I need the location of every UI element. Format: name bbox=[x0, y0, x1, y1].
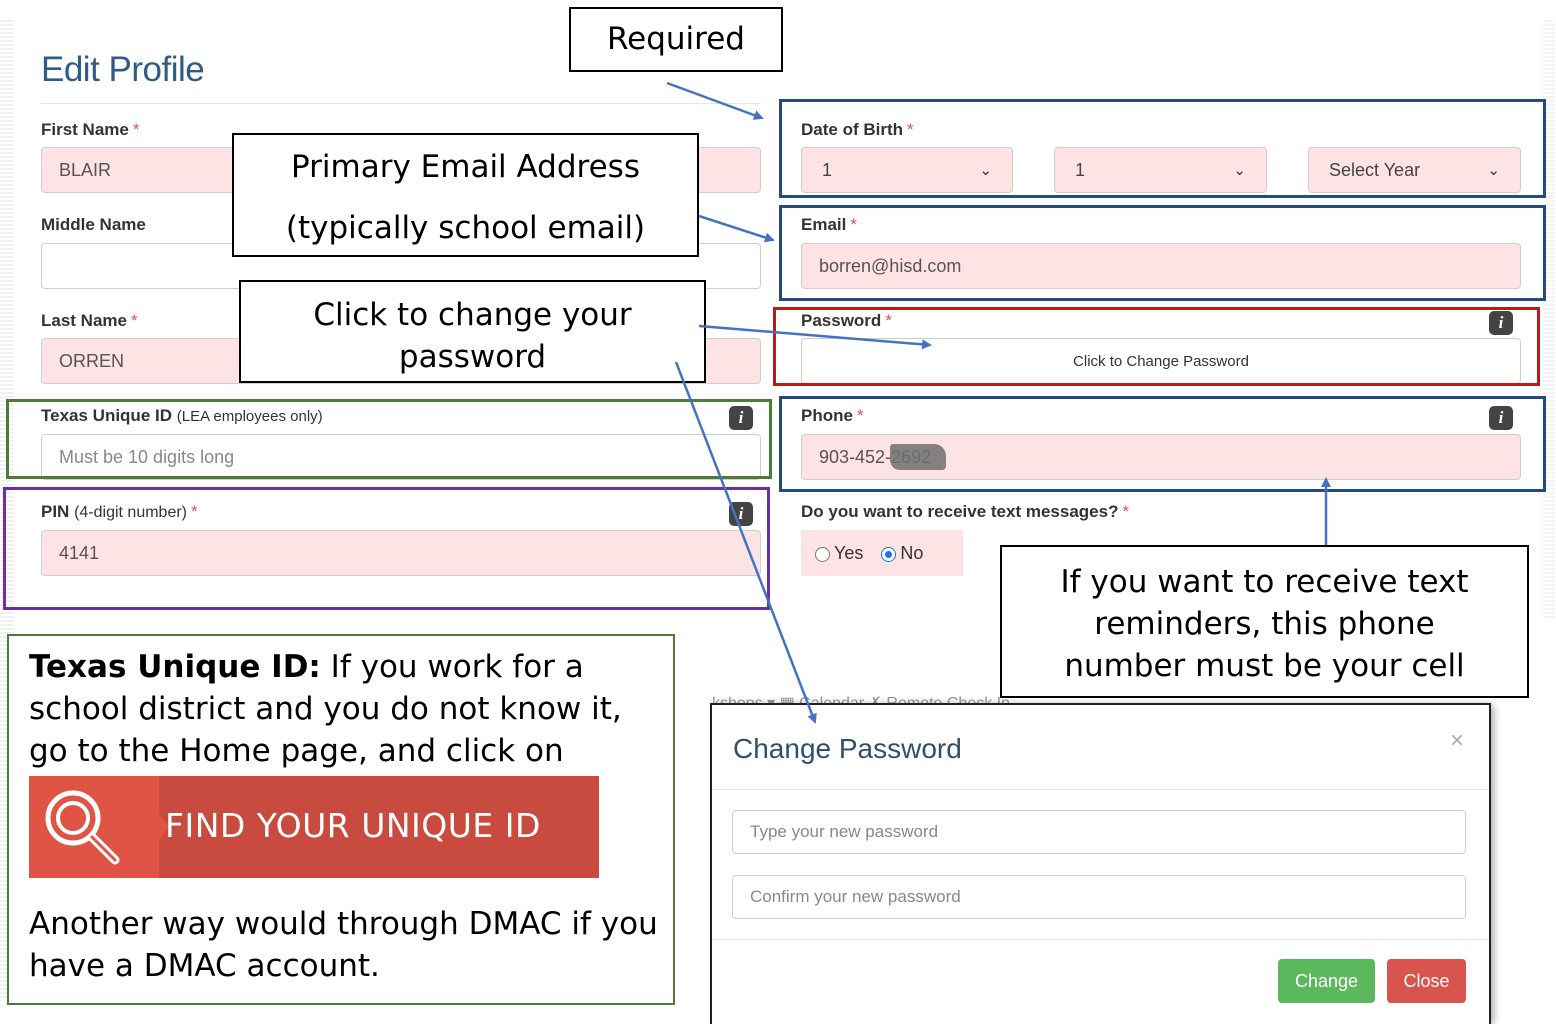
arrow-modal bbox=[674, 361, 817, 724]
arrow-email bbox=[698, 214, 775, 243]
annotation-arrows bbox=[666, 81, 1331, 724]
arrow-password bbox=[698, 324, 932, 350]
arrow-required bbox=[666, 81, 764, 120]
